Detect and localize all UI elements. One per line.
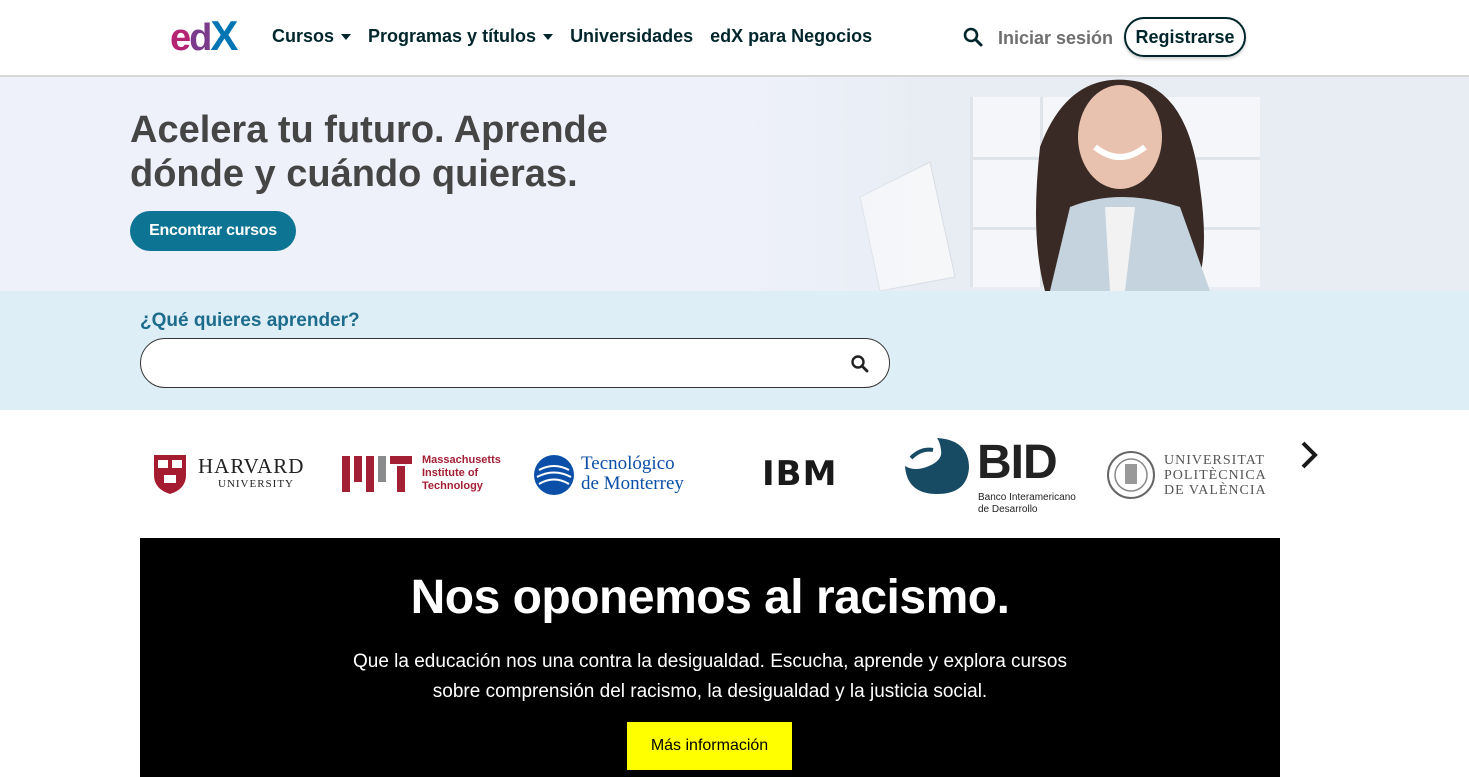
tec-line-1: Tecnológico xyxy=(581,453,675,474)
signin-link[interactable]: Iniciar sesión xyxy=(998,26,1113,50)
search-label: ¿Qué quieres aprender? xyxy=(140,310,360,331)
harvard-sub: UNIVERSITY xyxy=(218,478,294,490)
search-input[interactable] xyxy=(159,351,823,377)
upv-seal-icon xyxy=(1107,451,1155,499)
mit-logo[interactable]: Massachusetts Institute of Technology xyxy=(342,454,512,494)
chevron-down-icon xyxy=(341,34,352,40)
logo-letter-x: X xyxy=(210,12,238,59)
bid-name: BID xyxy=(977,436,1058,489)
nav-business-label: edX para Negocios xyxy=(710,26,873,46)
nav-programs-label: Programas y títulos xyxy=(368,26,537,46)
nav-courses-label: Cursos xyxy=(272,26,335,46)
harvard-shield-icon xyxy=(154,455,186,494)
upv-line-2: POLITÈCNICA xyxy=(1164,468,1267,483)
more-info-button[interactable]: Más información xyxy=(627,722,792,770)
bid-logo[interactable]: BID Banco Interamericano de Desarrollo xyxy=(903,436,1093,516)
search-icon[interactable] xyxy=(962,26,984,48)
ibm-text: IBM xyxy=(762,456,862,492)
bid-subtext: Banco Interamericano de Desarrollo xyxy=(978,492,1076,516)
upv-line-3: DE VALÈNCIA xyxy=(1164,483,1267,498)
tec-text: Tecnológico de Monterrey xyxy=(581,454,684,494)
tec-line-2: de Monterrey xyxy=(581,473,684,494)
harvard-name: HARVARD xyxy=(198,454,305,478)
partner-logos: HARVARD UNIVERSITY Massachusetts Institu… xyxy=(0,410,1469,538)
chevron-down-icon xyxy=(543,34,554,40)
mit-mark-icon xyxy=(342,456,412,492)
harvard-logo[interactable]: HARVARD UNIVERSITY xyxy=(152,453,322,495)
logo-letter-d: d xyxy=(189,17,212,59)
nav-universities[interactable]: Universidades xyxy=(570,24,693,48)
banner-title: Nos oponemos al racismo. xyxy=(410,571,1010,624)
upv-text: UNIVERSITAT POLITÈCNICA DE VALÈNCIA xyxy=(1164,453,1267,498)
nav-business[interactable]: edX para Negocios xyxy=(710,24,872,48)
upv-line-1: UNIVERSITAT xyxy=(1164,453,1265,468)
nav-programs[interactable]: Programas y títulos xyxy=(368,24,554,48)
mit-line-2: Institute of xyxy=(422,467,479,479)
find-courses-button[interactable]: Encontrar cursos xyxy=(130,211,296,251)
bid-line-1: Banco Interamericano xyxy=(978,492,1076,503)
anti-racism-banner: Nos oponemos al racismo. Que la educació… xyxy=(140,538,1280,777)
ibm-logo[interactable]: IBM xyxy=(762,456,862,492)
bid-emblem-icon xyxy=(905,438,969,494)
nav-universities-label: Universidades xyxy=(570,26,694,46)
search-icon[interactable] xyxy=(850,354,870,374)
search-section: ¿Qué quieres aprender? xyxy=(0,291,1469,410)
edx-logo[interactable]: edX xyxy=(170,15,250,59)
chevron-right-icon[interactable] xyxy=(1297,440,1321,470)
logo-letter-e: e xyxy=(170,17,191,59)
main-nav: Cursos Programas y títulos Universidades… xyxy=(272,24,889,48)
site-header: edX Cursos Programas y títulos Universid… xyxy=(0,0,1469,77)
bid-line-2: de Desarrollo xyxy=(978,504,1038,515)
hero-title: Acelera tu futuro. Aprende dónde y cuánd… xyxy=(130,109,608,195)
register-button[interactable]: Registrarse xyxy=(1124,17,1246,57)
upv-logo[interactable]: UNIVERSITAT POLITÈCNICA DE VALÈNCIA xyxy=(1106,450,1276,500)
search-field[interactable] xyxy=(140,338,890,388)
hero-photo xyxy=(740,77,1469,291)
banner-text: Que la educación nos una contra la desig… xyxy=(352,651,1067,702)
hero-section: Acelera tu futuro. Aprende dónde y cuánd… xyxy=(0,77,1469,291)
mit-text: Massachusetts Institute of Technology xyxy=(422,454,501,493)
nav-courses[interactable]: Cursos xyxy=(272,24,352,48)
tec-globe-icon xyxy=(534,455,574,495)
tec-monterrey-logo[interactable]: Tecnológico de Monterrey xyxy=(533,452,703,496)
mit-line-1: Massachusetts xyxy=(422,454,501,466)
mit-line-3: Technology xyxy=(422,480,483,492)
